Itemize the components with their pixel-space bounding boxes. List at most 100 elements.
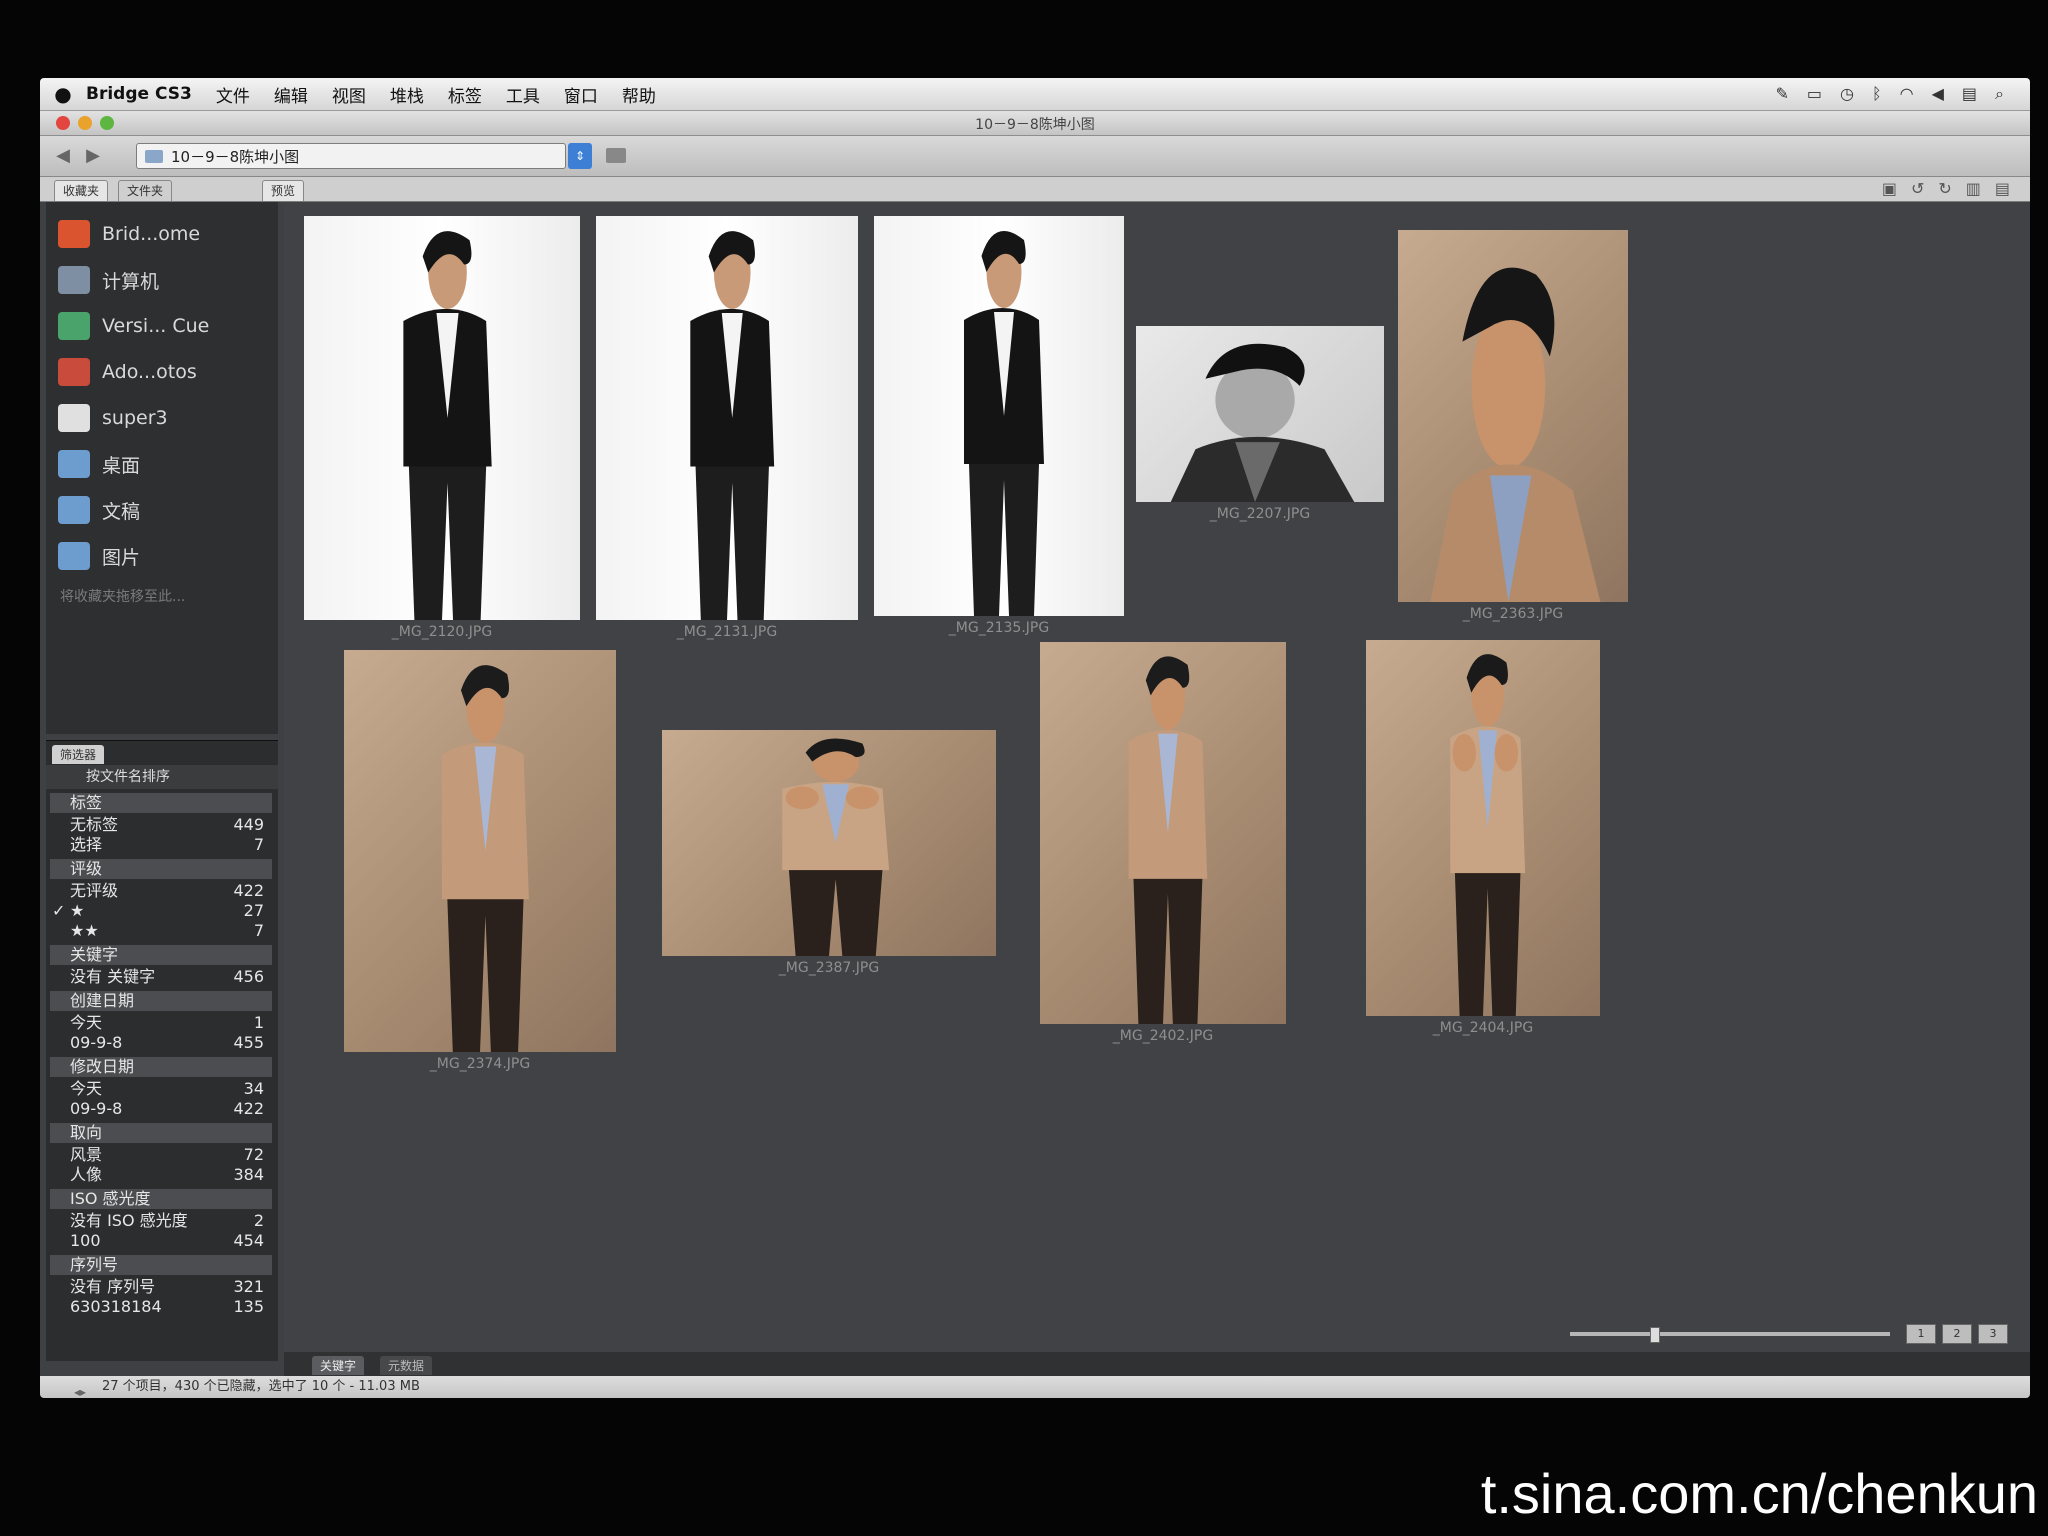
toolbar-actions: ▣ ↺ ↻ ▥ ▤ [1882,179,2010,198]
person-silhouette [964,231,1044,616]
panel-toggle-icon[interactable]: ◂▸ [74,1381,86,1398]
filter-row-count: 455 [233,1033,264,1052]
bluetooth-icon[interactable]: ᛒ [1872,84,1882,104]
thumbnail-filename: _MG_2402.JPG [1112,1028,1214,1044]
thumbnail[interactable]: _MG_2387.JPG [662,730,996,976]
thumbnail[interactable]: _MG_2404.JPG [1366,640,1600,1036]
filter-row[interactable]: 无评级 422 [50,881,272,901]
forward-button[interactable]: ▶ [80,144,106,168]
filter-row[interactable]: 没有 关键字 456 [50,967,272,987]
filter-row-count: 422 [233,881,264,900]
filter-row[interactable]: 100 454 [50,1231,272,1251]
spotlight-icon[interactable]: ⌕ [1995,84,2004,104]
wifi-icon[interactable]: ◠ [1900,84,1914,104]
favorite-computer[interactable]: 计算机 [58,262,159,298]
filter-group-date-created[interactable]: 创建日期 [50,991,272,1011]
back-button[interactable]: ◀ [50,144,76,168]
filter-row[interactable]: 630318184 135 [50,1297,272,1317]
time-machine-icon[interactable]: ◷ [1840,84,1854,104]
view-mode-2-button[interactable]: 2 [1942,1324,1972,1344]
menu-label[interactable]: 标签 [448,82,482,107]
menu-file[interactable]: 文件 [216,82,250,107]
filter-row[interactable]: 09-9-8 422 [50,1099,272,1119]
tab-folders[interactable]: 文件夹 [118,180,173,201]
filter-row[interactable]: 没有 ISO 感光度 2 [50,1211,272,1231]
reveal-folder-icon[interactable] [606,148,626,163]
slider-handle[interactable] [1650,1327,1660,1343]
filter-row[interactable]: 无标签 449 [50,815,272,835]
filter-row-count: 449 [233,815,264,834]
volume-icon[interactable]: ◀ [1932,84,1944,104]
favorite-label: super3 [102,407,168,429]
favorites-panel: Brid...ome 计算机 Versi... Cue Ado...otos s… [46,202,278,734]
view-mode-3-button[interactable]: 3 [1978,1324,2008,1344]
favorite-label: 图片 [102,546,141,569]
thumbnail[interactable]: _MG_2207.JPG [1136,326,1384,522]
menu-stacks[interactable]: 堆栈 [390,82,424,107]
menu-tools[interactable]: 工具 [506,82,540,107]
favorite-home[interactable]: super3 [58,400,168,436]
thumbnail[interactable]: _MG_2363.JPG [1398,230,1628,622]
filter-row[interactable]: 选择 7 [50,835,272,855]
sort-dropdown[interactable]: 按文件名排序 [46,765,278,789]
filter-group-keywords[interactable]: 关键字 [50,945,272,965]
view-mode-1-button[interactable]: 1 [1906,1324,1936,1344]
favorite-bridge-home[interactable]: Brid...ome [58,216,200,252]
tab-filter[interactable]: 筛选器 [52,745,105,764]
path-dropdown-button[interactable]: ⇕ [568,143,592,169]
flag-icon[interactable]: ▤ [1962,84,1977,104]
thumbnail[interactable]: _MG_2135.JPG [874,216,1124,636]
filter-group-rating[interactable]: 评级 [50,859,272,879]
menu-view[interactable]: 视图 [332,82,366,107]
filter-row[interactable]: ★★ 7 [50,921,272,941]
filter-panel: 筛选器 按文件名排序 标签 无标签 449 选择 7 评级 无评级 422 ✓ ★ 27 … [46,740,278,1361]
filter-row-count: 72 [243,1145,264,1164]
filter-group-date-modified[interactable]: 修改日期 [50,1057,272,1077]
favorite-documents[interactable]: 文稿 [58,492,140,528]
filter-row-count: 135 [233,1297,264,1316]
filter-row[interactable]: 没有 序列号 321 [50,1277,272,1297]
tab-favorites[interactable]: 收藏夹 [54,180,109,201]
thumbnail-photo [304,216,580,620]
filter-row-count: 454 [233,1231,264,1250]
filter-row[interactable]: ✓ ★ 27 [50,901,272,921]
favorite-pictures[interactable]: 图片 [58,538,140,574]
app-menu[interactable]: Bridge CS3 [86,84,192,104]
filter-row[interactable]: 风景 72 [50,1145,272,1165]
path-field[interactable]: 10－9－8陈坤小图 [136,143,566,169]
filter-row-label: 630318184 [70,1297,162,1316]
menu-edit[interactable]: 编辑 [274,82,308,107]
thumbnail-photo [874,216,1124,616]
new-folder-icon[interactable]: ▣ [1882,179,1897,198]
tab-preview[interactable]: 预览 [262,180,305,201]
trash-icon[interactable]: ▥ [1966,179,1981,198]
favorite-adobe-photos[interactable]: Ado...otos [58,354,197,390]
filter-group-label[interactable]: 标签 [50,793,272,813]
filter-group-orientation[interactable]: 取向 [50,1123,272,1143]
menu-window[interactable]: 窗口 [564,82,598,107]
thumbnail[interactable]: _MG_2402.JPG [1040,642,1286,1044]
thumbnail[interactable]: _MG_2131.JPG [596,216,858,640]
panel-menu-icon[interactable]: ▤ [1995,179,2010,198]
filter-row[interactable]: 人像 384 [50,1165,272,1185]
filter-group-serial[interactable]: 序列号 [50,1255,272,1275]
tab-keywords[interactable]: 关键字 [312,1356,365,1375]
favorite-desktop[interactable]: 桌面 [58,446,140,482]
filter-group-iso[interactable]: ISO 感光度 [50,1189,272,1209]
rotate-left-icon[interactable]: ↺ [1911,179,1924,198]
display-icon[interactable]: ▭ [1807,84,1822,104]
favorite-version-cue[interactable]: Versi... Cue [58,308,209,344]
filter-row[interactable]: 今天 1 [50,1013,272,1033]
thumbnail-size-slider[interactable] [1570,1327,1890,1343]
rotate-right-icon[interactable]: ↻ [1938,179,1951,198]
thumbnail[interactable]: _MG_2120.JPG [304,216,580,640]
thumbnail[interactable]: _MG_2374.JPG [344,650,616,1072]
filter-row[interactable]: 今天 34 [50,1079,272,1099]
script-icon[interactable]: ✎ [1776,84,1789,104]
filter-row[interactable]: 09-9-8 455 [50,1033,272,1053]
person-silhouette [690,231,775,620]
menu-help[interactable]: 帮助 [622,82,656,107]
window-title: 10－9－8陈坤小图 [975,117,1095,133]
apple-menu-icon[interactable]: ● [40,82,86,106]
tab-metadata[interactable]: 元数据 [380,1356,433,1375]
